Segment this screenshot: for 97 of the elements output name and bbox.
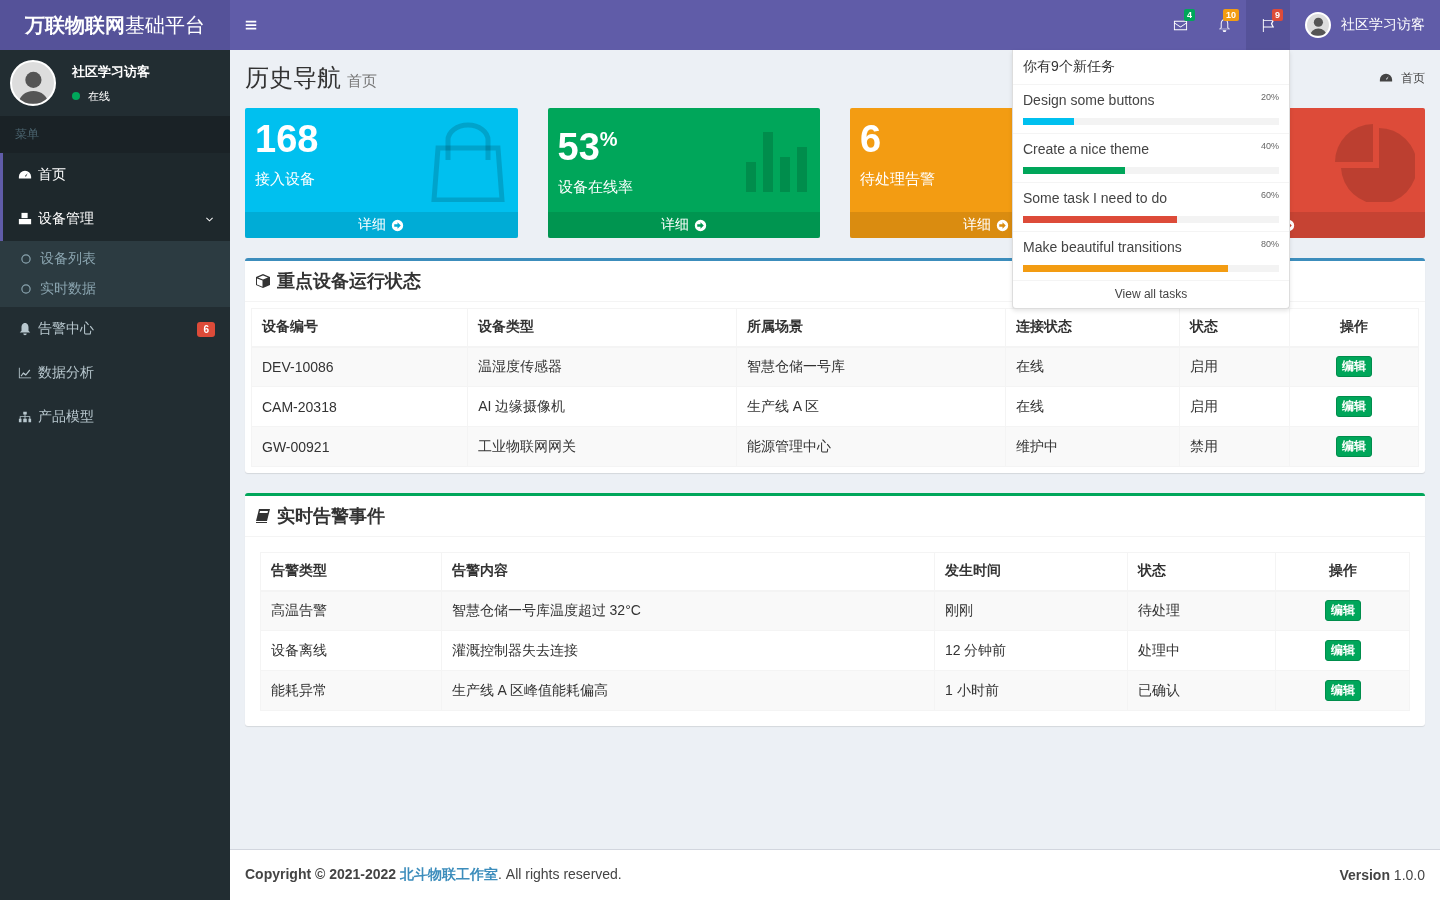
circle-arrow-icon <box>391 218 405 232</box>
line-chart-icon <box>18 366 32 380</box>
table-cell: 智慧仓储一号库 <box>736 346 1006 387</box>
table-cell: DEV-10086 <box>251 346 468 387</box>
user-menu[interactable]: 社区学习访客 <box>1290 0 1440 50</box>
online-dot <box>72 92 80 100</box>
menu-header: 菜单 <box>0 116 230 153</box>
circle-arrow-icon <box>996 218 1010 232</box>
column-header: 发生时间 <box>934 552 1128 591</box>
table-cell: 处理中 <box>1127 630 1276 671</box>
task-item[interactable]: Make beautiful transitions 80% <box>1013 232 1289 281</box>
table-cell: 生产线 A 区峰值能耗偏高 <box>441 670 935 711</box>
count-badge: 9 <box>1272 9 1283 21</box>
column-header: 设备编号 <box>251 308 468 347</box>
stat-value: 168 <box>255 118 319 160</box>
flag-icon <box>1260 17 1276 33</box>
edit-button[interactable]: 编辑 <box>1324 600 1361 622</box>
sidebar-subitem[interactable]: 设备列表 <box>0 244 230 274</box>
details-link[interactable]: 详细 <box>245 212 518 238</box>
avatar-placeholder <box>1305 12 1331 38</box>
count-badge: 4 <box>1184 9 1195 21</box>
sitemap-icon <box>18 410 32 424</box>
app-logo[interactable]: 万联物联网基础平台 <box>0 0 230 50</box>
circle-icon <box>20 283 32 295</box>
breadcrumb-link[interactable]: 首页 <box>1379 69 1425 87</box>
column-header: 状态 <box>1127 552 1276 591</box>
sidebar-item[interactable]: 首页 <box>0 153 230 197</box>
column-header: 告警类型 <box>260 552 442 591</box>
table-cell: 维护中 <box>1005 426 1180 467</box>
count-badge: 6 <box>197 321 215 337</box>
version-text: Version 1.0.0 <box>1339 867 1425 883</box>
table-cell: 在线 <box>1005 386 1180 427</box>
panel-title: 实时告警事件 <box>245 496 1425 537</box>
table-cell: 灌溉控制器失去连接 <box>441 630 935 671</box>
circle-icon <box>20 253 32 265</box>
page-title: 历史导航 <box>245 64 341 91</box>
dashboard-icon <box>1379 71 1393 85</box>
edit-button[interactable]: 编辑 <box>1336 396 1373 417</box>
pie-chart-icon <box>1335 122 1415 202</box>
task-item[interactable]: Create a nice theme 40% <box>1013 134 1289 183</box>
menu-icon <box>244 18 258 32</box>
table-cell: 温湿度传感器 <box>467 346 737 387</box>
table-cell: 设备离线 <box>260 630 442 671</box>
column-header: 设备类型 <box>467 308 737 347</box>
table-cell: 12 分钟前 <box>934 630 1128 671</box>
column-header: 告警内容 <box>441 552 935 591</box>
sidebar-item[interactable]: 告警中心 6 <box>0 307 230 351</box>
avatar-placeholder <box>10 60 56 106</box>
edit-button[interactable]: 编辑 <box>1336 436 1373 457</box>
sidebar-item[interactable]: 数据分析 <box>0 351 230 395</box>
dropdown-header: 你有9个新任务 <box>1013 50 1289 85</box>
edit-button[interactable]: 编辑 <box>1336 356 1373 378</box>
table-cell: 生产线 A 区 <box>736 386 1006 427</box>
table-cell: 工业物联网网关 <box>467 426 737 467</box>
table-cell: 智慧仓储一号库温度超过 32°C <box>441 590 935 631</box>
table-cell: 启用 <box>1179 386 1290 427</box>
table-cell: 刚刚 <box>934 590 1128 631</box>
table-cell: CAM-20318 <box>251 386 468 427</box>
page-subtitle: 首页 <box>347 72 377 89</box>
notification-button[interactable]: 4 <box>1158 0 1202 50</box>
column-header: 操作 <box>1289 308 1419 347</box>
column-header: 操作 <box>1275 552 1410 591</box>
count-badge: 10 <box>1223 9 1239 21</box>
stat-label: 接入设备 <box>255 170 315 189</box>
edit-button[interactable]: 编辑 <box>1324 680 1361 701</box>
table-cell: 1 小时前 <box>934 670 1128 711</box>
cube-icon <box>255 273 271 289</box>
table-cell: GW-00921 <box>251 426 468 467</box>
bell-icon <box>18 322 32 336</box>
stat-value: 6 <box>860 118 882 160</box>
notification-button[interactable]: 9 <box>1246 0 1290 50</box>
table-cell: 待处理 <box>1127 590 1276 631</box>
stat-label: 待处理告警 <box>860 170 935 189</box>
table-cell: 启用 <box>1179 346 1290 387</box>
sidebar-subitem[interactable]: 实时数据 <box>0 274 230 304</box>
table-cell: AI 边缘摄像机 <box>467 386 737 427</box>
copyright-text: Copyright © 2021-2022 北斗物联工作室. All rights reserved. <box>245 866 622 884</box>
dashboard-icon <box>18 168 32 182</box>
details-link[interactable]: 详细 <box>547 212 820 238</box>
table-cell: 能源管理中心 <box>736 426 1006 467</box>
table-cell: 已确认 <box>1127 670 1276 711</box>
status-text: 在线 <box>88 88 110 104</box>
circle-arrow-icon <box>693 218 707 232</box>
sidebar-item[interactable]: 产品模型 <box>0 395 230 439</box>
user-name: 社区学习访客 <box>72 62 150 81</box>
column-header: 所属场景 <box>736 308 1006 347</box>
table-cell: 高温告警 <box>260 590 442 631</box>
table-cell: 禁用 <box>1179 426 1290 467</box>
edit-button[interactable]: 编辑 <box>1324 640 1361 661</box>
task-item[interactable]: Some task I need to do 60% <box>1013 183 1289 232</box>
book-icon <box>255 508 271 524</box>
stat-label: 设备在线率 <box>557 177 633 197</box>
table-cell: 能耗异常 <box>260 670 442 711</box>
sidebar-item[interactable]: 设备管理 <box>0 197 230 241</box>
stat-value: 53$^{%}$ <box>557 124 618 168</box>
table-cell: 在线 <box>1005 346 1180 387</box>
task-item[interactable]: Design some buttons 20% <box>1013 85 1289 134</box>
